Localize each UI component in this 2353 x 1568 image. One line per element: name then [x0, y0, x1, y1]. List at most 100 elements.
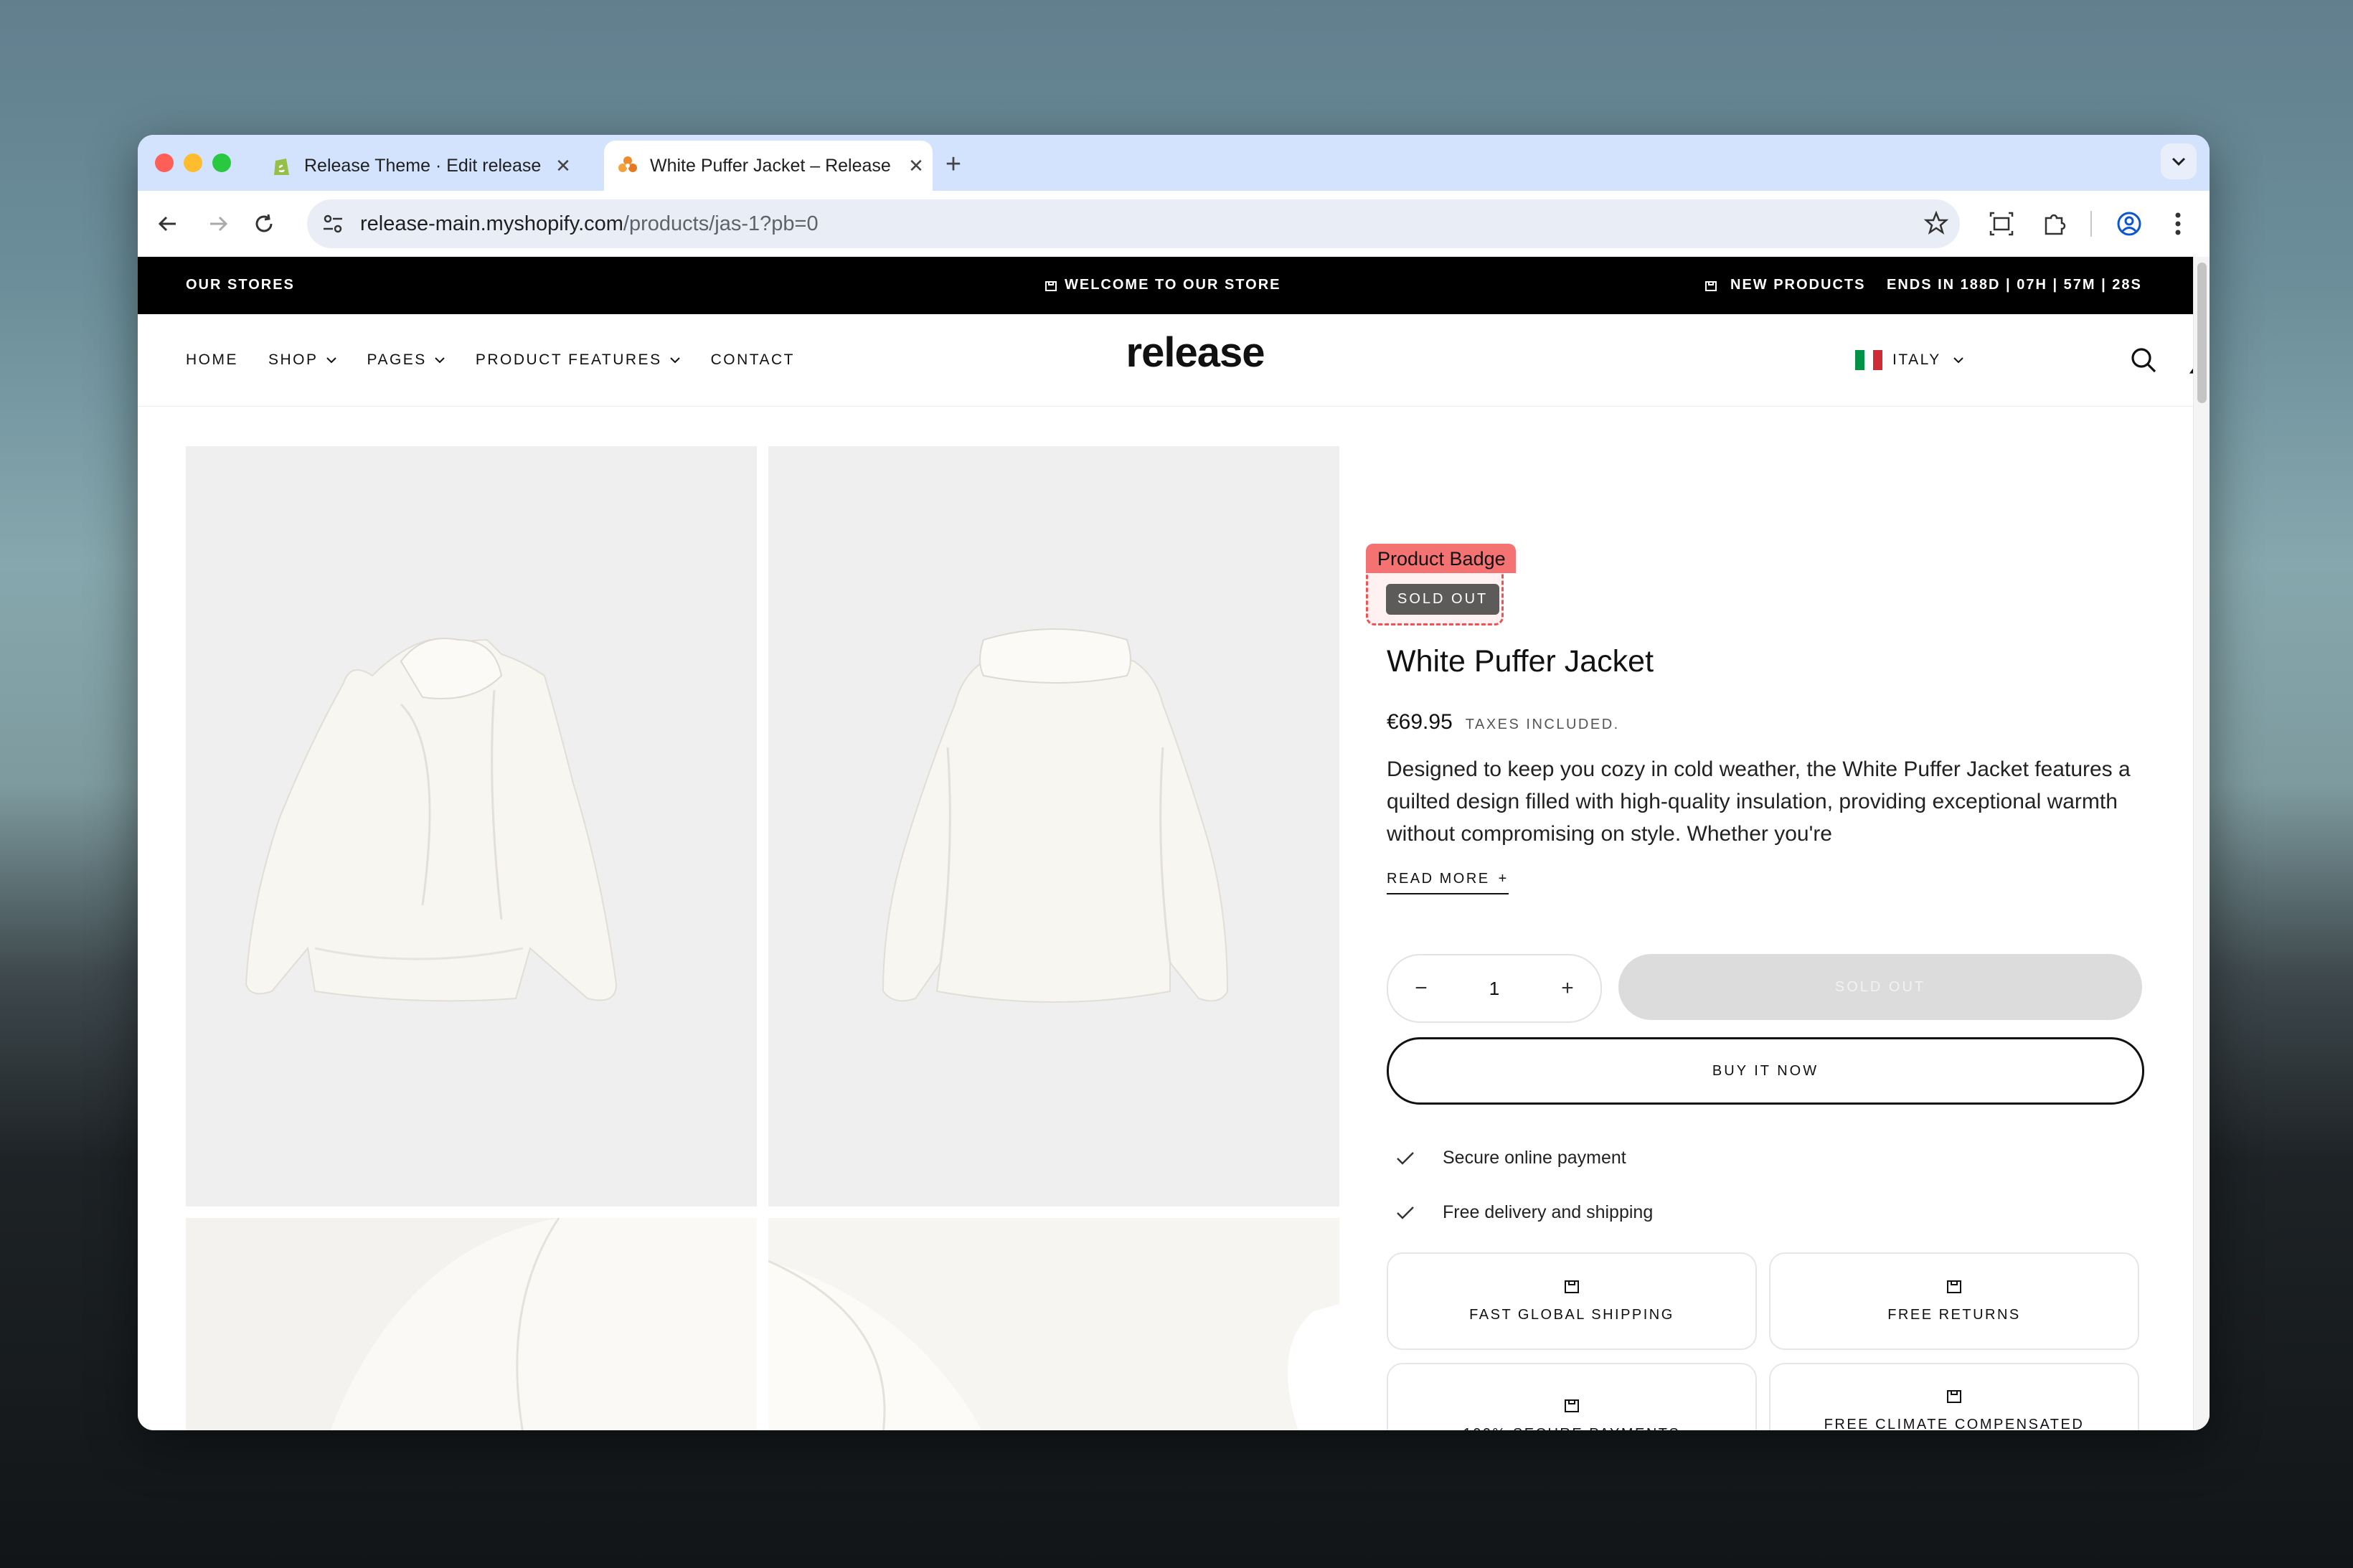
tax-note: TAXES INCLUDED.: [1465, 717, 1620, 732]
service-card-fast-global-shipping: FAST GLOBAL SHIPPING: [1387, 1252, 1757, 1350]
close-tab-icon[interactable]: ✕: [904, 154, 928, 178]
product-image-front[interactable]: [186, 446, 757, 1206]
page-scrollbar[interactable]: [2193, 257, 2210, 1430]
chevron-down-icon: [2172, 157, 2186, 166]
country-label: ITALY: [1892, 351, 1941, 368]
new-products-text: NEW PRODUCTS: [1730, 277, 1866, 293]
feature-label: Secure online payment: [1443, 1148, 1626, 1168]
nav-label: PAGES: [367, 351, 427, 368]
product-description: Designed to keep you cozy in cold weathe…: [1387, 757, 2131, 846]
gift-icon: [1045, 280, 1057, 291]
jacket-front-illustration: [245, 638, 618, 1002]
close-window-button[interactable]: [155, 154, 174, 172]
nav-shop[interactable]: SHOP: [268, 351, 337, 369]
address-bar[interactable]: release-main.myshopify.com/products/jas-…: [307, 199, 1960, 248]
search-icon[interactable]: [2128, 344, 2159, 376]
welcome-message: WELCOME TO OUR STORE: [1045, 277, 1281, 293]
read-more-label: READ MORE: [1387, 871, 1490, 887]
tab-title: White Puffer Jacket – Release: [650, 155, 891, 176]
arrow-right-icon: [210, 216, 228, 232]
tab-search-button[interactable]: [2161, 143, 2197, 179]
nav-home[interactable]: HOME: [186, 351, 238, 369]
country-selector[interactable]: ITALY: [1855, 346, 1964, 374]
zoom-window-button[interactable]: [212, 154, 231, 172]
quantity-stepper: − 1 +: [1387, 954, 1602, 1023]
plus-icon: +: [1498, 871, 1509, 887]
product-image-detail-2[interactable]: [768, 1218, 1339, 1430]
increase-quantity-button[interactable]: +: [1534, 955, 1600, 1021]
service-card-label: FREE RETURNS: [1887, 1307, 2021, 1323]
arrow-left-icon: [158, 216, 176, 232]
chevron-down-icon: [326, 357, 336, 364]
chevron-down-icon: [669, 357, 680, 364]
product-image-detail-1[interactable]: [186, 1218, 757, 1430]
sold-out-button[interactable]: SOLD OUT: [1618, 954, 2142, 1020]
bookmark-star-icon[interactable]: [1923, 209, 1950, 240]
web-page: OUR STORES WELCOME TO OUR STORE NEW PROD…: [138, 257, 2210, 1430]
toolbar-divider: [2090, 211, 2092, 237]
service-card-free-returns: FREE RETURNS: [1769, 1252, 2139, 1350]
tab-white-puffer-jacket[interactable]: White Puffer Jacket – Release ✕: [604, 141, 933, 191]
feature-label: Free delivery and shipping: [1443, 1202, 1654, 1222]
more-menu-icon[interactable]: [2161, 207, 2195, 241]
release-favicon: [617, 155, 638, 176]
reload-icon: [255, 214, 273, 232]
product-price-row: €69.95 TAXES INCLUDED.: [1387, 710, 1620, 735]
store-logo[interactable]: release: [1088, 329, 1303, 377]
product-badge-editor-highlight[interactable]: Product Badge SOLD OUT: [1366, 544, 1516, 625]
site-settings-icon[interactable]: [320, 211, 346, 240]
new-products-link[interactable]: NEW PRODUCTS: [1704, 277, 1865, 293]
product-price: €69.95: [1387, 710, 1453, 734]
welcome-text: WELCOME TO OUR STORE: [1065, 277, 1281, 293]
jacket-back-illustration: [882, 628, 1229, 1003]
service-card-label: 100% SECURE PAYMENTS: [1442, 1425, 1702, 1430]
service-card-climate-shipping: FREE CLIMATE COMPENSATED SHIPPING: [1769, 1363, 2139, 1430]
nav-label: PRODUCT FEATURES: [475, 351, 662, 368]
buy-it-now-button[interactable]: BUY IT NOW: [1387, 1037, 2144, 1105]
extensions-icon[interactable]: [2037, 207, 2072, 241]
gift-icon: [1705, 280, 1717, 291]
service-card-label: FAST GLOBAL SHIPPING: [1469, 1307, 1674, 1323]
our-stores-link[interactable]: OUR STORES: [186, 277, 295, 293]
nav-label: SHOP: [268, 351, 319, 368]
back-button[interactable]: [151, 207, 185, 241]
feature-free-delivery: Free delivery and shipping: [1387, 1202, 1653, 1223]
site-header: HOME SHOP PAGES PRODUCT FEATURES CONTACT…: [138, 314, 2210, 407]
forward-button[interactable]: [201, 207, 235, 241]
read-more-button[interactable]: READ MORE +: [1387, 871, 1509, 894]
gift-icon: [1947, 1280, 1961, 1293]
tab-strip: Release Theme · Edit release ✕ White Puf…: [138, 135, 2210, 191]
browser-window: Release Theme · Edit release ✕ White Puf…: [138, 135, 2210, 1430]
jacket-detail-illustration: [330, 1218, 757, 1430]
service-card-label: FREE CLIMATE COMPENSATED SHIPPING: [1824, 1417, 2085, 1430]
nav-contact[interactable]: CONTACT: [711, 351, 795, 369]
countdown-timer: ENDS IN 188D | 07H | 57M | 28S: [1887, 277, 2142, 293]
url-text: release-main.myshopify.com/products/jas-…: [360, 212, 819, 236]
screenshot-icon[interactable]: [1984, 207, 2019, 241]
gift-icon: [1565, 1280, 1579, 1293]
sold-out-badge: SOLD OUT: [1386, 584, 1500, 615]
minimize-window-button[interactable]: [184, 154, 202, 172]
gift-icon: [1565, 1399, 1579, 1412]
decrease-quantity-button[interactable]: −: [1388, 955, 1454, 1021]
nav-product-features[interactable]: PRODUCT FEATURES: [476, 351, 681, 369]
scrollbar-thumb[interactable]: [2197, 263, 2207, 403]
reload-button[interactable]: [247, 207, 281, 241]
tab-title: Release Theme · Edit release: [304, 155, 541, 176]
product-title: White Puffer Jacket: [1387, 644, 1654, 679]
jacket-detail-illustration: [768, 1260, 1339, 1430]
quantity-input[interactable]: 1: [1454, 955, 1534, 1021]
profile-icon[interactable]: [2112, 207, 2146, 241]
checkmark-icon: [1397, 1151, 1414, 1165]
chevron-down-icon: [435, 357, 445, 364]
url-host: release-main.myshopify.com: [360, 212, 623, 235]
product-image-back[interactable]: [768, 446, 1339, 1206]
close-tab-icon[interactable]: ✕: [551, 154, 575, 178]
nav-pages[interactable]: PAGES: [367, 351, 445, 369]
new-tab-button[interactable]: +: [935, 146, 971, 182]
shopify-icon: [271, 155, 293, 176]
nav-label: CONTACT: [710, 351, 796, 368]
feature-secure-payment: Secure online payment: [1387, 1148, 1626, 1168]
browser-toolbar: release-main.myshopify.com/products/jas-…: [138, 191, 2210, 257]
url-path: /products/jas-1?pb=0: [623, 212, 819, 235]
